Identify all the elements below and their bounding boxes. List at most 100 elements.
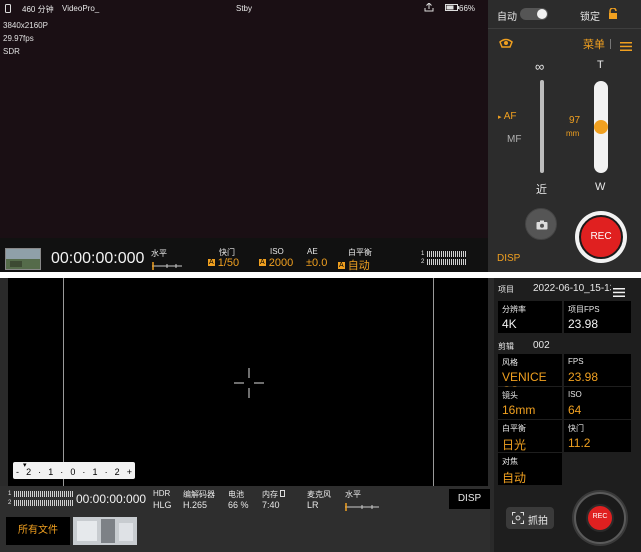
channel-2-label: 2 bbox=[8, 499, 12, 506]
wb-label: 白平衡 bbox=[502, 424, 526, 433]
app-name: VideoPro_ bbox=[62, 4, 100, 13]
iso-label: ISO bbox=[270, 247, 284, 256]
project-fps-value: 23.98 bbox=[568, 317, 599, 331]
battery-icon bbox=[445, 4, 459, 13]
timecode: 00:00:00:000 bbox=[76, 492, 147, 506]
all-files-button[interactable]: 所有文件 bbox=[6, 517, 70, 545]
iso-control[interactable]: A 2000 bbox=[259, 257, 293, 269]
wb-control[interactable]: A 自动 bbox=[338, 257, 370, 273]
auto-toggle[interactable] bbox=[520, 8, 548, 20]
project-fps-cell[interactable]: 项目FPS 23.98 bbox=[564, 301, 631, 333]
mic-value: LR bbox=[307, 500, 319, 510]
record-button[interactable]: REC bbox=[574, 492, 626, 544]
level-indicator bbox=[345, 499, 379, 517]
bottom-viewfinder[interactable]: ▾ - 2 · 1 · 0 · 1 · 2 + bbox=[8, 278, 488, 486]
battery-percent: 66% bbox=[459, 4, 476, 13]
project-fps-label: 项目FPS bbox=[568, 305, 600, 314]
top-viewfinder[interactable]: 460 分钟 VideoPro_ Stby 66% 3840x2160P 29.… bbox=[0, 0, 488, 272]
look-label: 风格 bbox=[502, 358, 518, 367]
menu-label[interactable]: 菜单 bbox=[583, 36, 605, 52]
disp-button[interactable]: DISP bbox=[497, 253, 520, 264]
project-value[interactable]: 2022-06-10_15-13 bbox=[533, 283, 611, 294]
zoom-slider[interactable] bbox=[594, 81, 608, 173]
lock-icon[interactable] bbox=[608, 7, 618, 25]
disp-button[interactable]: DISP bbox=[449, 489, 490, 509]
wb-value: 日光 bbox=[502, 438, 527, 452]
wb-cell[interactable]: 白平衡 日光 bbox=[498, 420, 562, 452]
record-state: Stby bbox=[236, 4, 253, 13]
look-cell[interactable]: 风格 VENICE CS bbox=[498, 354, 562, 398]
shutter-label: 快门 bbox=[568, 424, 584, 433]
memory-value: 7:40 bbox=[262, 500, 280, 510]
timecode: 00:00:00:000 bbox=[51, 250, 145, 267]
recent-clip-thumbnail[interactable] bbox=[73, 517, 137, 545]
focus-infinity-label: ∞ bbox=[535, 59, 545, 74]
resolution-info: 3840x2160P bbox=[3, 21, 48, 30]
capture-button[interactable]: 抓拍 bbox=[506, 507, 554, 529]
focus-near-label: 近 bbox=[536, 184, 547, 196]
mf-label[interactable]: MF bbox=[507, 134, 521, 145]
focus-slider[interactable] bbox=[540, 80, 544, 173]
lens-cell[interactable]: 镜头 16mm bbox=[498, 387, 562, 419]
hamburger-icon[interactable] bbox=[620, 38, 632, 56]
hamburger-icon[interactable] bbox=[613, 284, 625, 302]
battery-minutes: 460 分钟 bbox=[22, 5, 54, 14]
shutter-cell[interactable]: 快门 11.2 bbox=[564, 420, 631, 452]
lock-label: 锁定 bbox=[580, 12, 600, 23]
battery-label: 电池 bbox=[228, 490, 244, 499]
auto-badge: A bbox=[208, 259, 215, 266]
zoom-slider-thumb[interactable] bbox=[594, 120, 608, 134]
channel-1-label: 1 bbox=[421, 251, 425, 257]
lens-value: 16mm bbox=[502, 403, 536, 417]
hdr-label: HDR bbox=[153, 489, 171, 498]
shutter-control[interactable]: A 1/50 bbox=[208, 257, 239, 269]
af-label: AF bbox=[503, 111, 517, 122]
scale-0: 0 bbox=[70, 467, 76, 477]
iso-label: ISO bbox=[568, 390, 582, 399]
focus-value: 自动 bbox=[502, 471, 527, 485]
audio-meter: 1 2 bbox=[8, 489, 74, 507]
auto-badge: A bbox=[259, 259, 266, 266]
resolution-cell[interactable]: 分辨率 4K bbox=[498, 301, 562, 333]
bottom-settings-panel: 项目 2022-06-10_15-13 分辨率 4K 项目FPS 23.98 剪… bbox=[494, 278, 641, 552]
resolution-value: 4K bbox=[502, 317, 517, 331]
bottom-camera-screen: ▾ - 2 · 1 · 0 · 1 · 2 + 1 2 00:00:00:000… bbox=[0, 278, 641, 552]
iso-value: 64 bbox=[568, 403, 582, 417]
hdr-value: HLG bbox=[153, 500, 172, 510]
battery-value: 66 % bbox=[228, 500, 249, 510]
fps-label: FPS bbox=[568, 357, 584, 366]
auto-label: 自动 bbox=[497, 12, 517, 23]
top-control-panel: 自动 锁定 菜单 ∞ 近 ▸ AF MF T W 97 mm REC DISP bbox=[488, 0, 641, 272]
memory-label: 内存 bbox=[262, 489, 286, 500]
framerate-info: 29.97fps bbox=[3, 34, 34, 43]
fps-value: 23.98 bbox=[568, 370, 599, 384]
scale-minus: - bbox=[16, 467, 19, 477]
thumbnail-image[interactable] bbox=[5, 248, 41, 270]
frame-guide-right bbox=[433, 278, 434, 486]
photo-capture-button[interactable] bbox=[525, 208, 557, 240]
share-icon[interactable] bbox=[424, 2, 434, 14]
scale-plus: + bbox=[126, 467, 132, 477]
top-status-bar: 460 分钟 VideoPro_ Stby 66% bbox=[0, 0, 488, 18]
camera-icon bbox=[536, 220, 548, 230]
capture-label: 抓拍 bbox=[528, 516, 548, 527]
camera-settings-icon[interactable] bbox=[499, 36, 513, 54]
fps-cell[interactable]: FPS 23.98 bbox=[564, 354, 631, 386]
focal-length-unit: mm bbox=[566, 129, 580, 138]
exposure-scale: ▾ - 2 · 1 · 0 · 1 · 2 + bbox=[13, 462, 135, 479]
phone-icon bbox=[5, 4, 11, 15]
focus-cell[interactable]: 对焦 自动 bbox=[498, 453, 562, 485]
scale-2-right: 2 bbox=[114, 467, 120, 477]
shutter-value: 11.2 bbox=[568, 436, 591, 450]
iso-cell[interactable]: ISO 64 bbox=[564, 387, 631, 419]
af-mode[interactable]: ▸ AF bbox=[498, 111, 517, 122]
frame-guide-left bbox=[63, 278, 64, 486]
scale-2-left: 2 bbox=[26, 467, 32, 477]
top-camera-screen: 460 分钟 VideoPro_ Stby 66% 3840x2160P 29.… bbox=[0, 0, 641, 272]
center-crosshair-icon bbox=[234, 368, 264, 403]
ae-value[interactable]: ±0.0 bbox=[306, 257, 327, 269]
zoom-wide-label: W bbox=[595, 181, 606, 193]
record-label: REC bbox=[590, 231, 612, 242]
channel-1-label: 1 bbox=[8, 490, 12, 497]
record-button[interactable]: REC bbox=[575, 211, 627, 263]
